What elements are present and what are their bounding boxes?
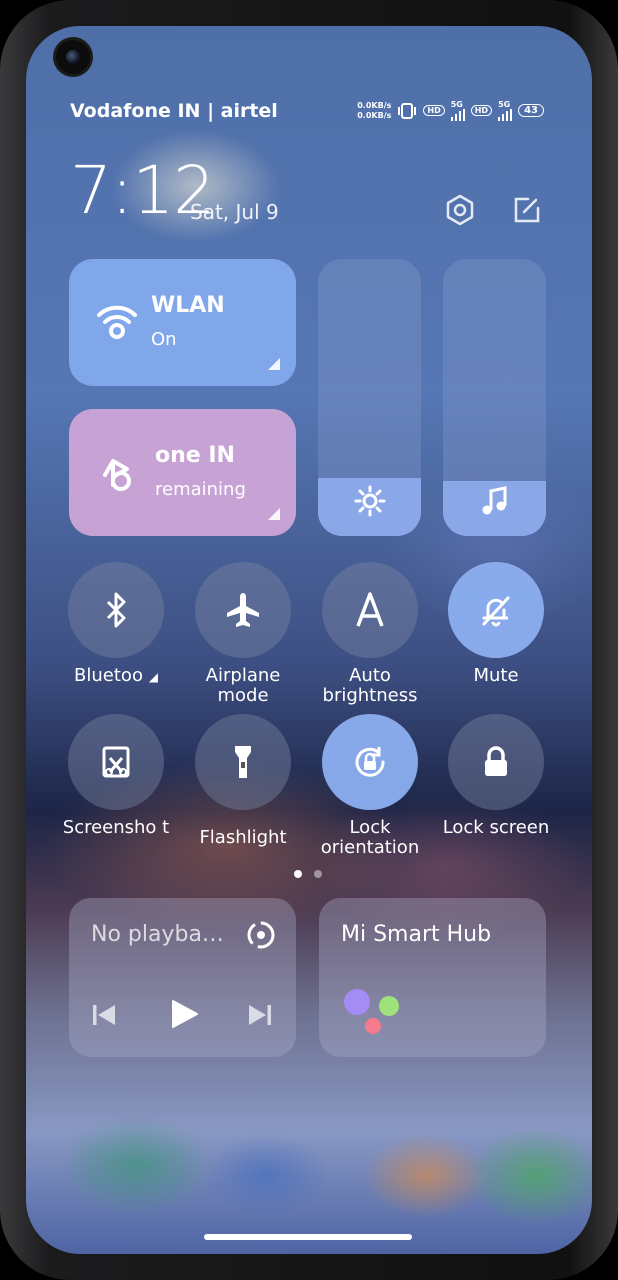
carrier-name: Vodafone IN | airtel	[70, 100, 278, 122]
music-note-icon	[443, 484, 546, 522]
flashlight-button[interactable]	[195, 714, 291, 810]
airplane-icon	[227, 593, 259, 627]
auto-brightness-icon	[356, 592, 384, 627]
toggle-mute[interactable]: Mute	[432, 562, 560, 686]
home-indicator[interactable]	[204, 1234, 412, 1240]
wlan-title: WLAN	[151, 293, 225, 318]
screenshot-button[interactable]	[68, 714, 164, 810]
toggle-airplane[interactable]: Airplane mode	[179, 562, 307, 706]
signal-strength-2: 5G	[498, 100, 513, 121]
settings-icon[interactable]	[440, 190, 480, 230]
page-dot-active[interactable]	[294, 870, 302, 878]
previous-track-icon[interactable]	[91, 1002, 117, 1028]
front-camera	[56, 40, 90, 74]
rotation-lock-icon	[355, 747, 385, 777]
wlan-status: On	[151, 329, 177, 350]
signal-strength-1: 5G	[450, 100, 465, 121]
mobile-data-tile[interactable]: one IN remaining	[69, 409, 296, 536]
lock-icon	[485, 746, 507, 776]
mute-label: Mute	[473, 665, 519, 686]
toggle-bluetooth[interactable]: Bluetoo ◢	[52, 562, 180, 687]
vibrate-icon	[398, 102, 417, 119]
lock-screen-label: Lock screen	[442, 817, 550, 838]
network-speed: 0.0KB/s 0.0KB/s	[357, 100, 392, 120]
airplane-label: Airplane mode	[205, 665, 281, 706]
toggle-lock-screen[interactable]: Lock screen	[432, 714, 560, 838]
toggle-screenshot[interactable]: Screensho t	[52, 714, 180, 838]
mobile-data-status: remaining	[155, 479, 246, 500]
page-dot[interactable]	[314, 870, 322, 878]
edit-icon[interactable]	[506, 190, 546, 230]
sun-icon	[318, 484, 421, 522]
next-track-icon[interactable]	[247, 1002, 273, 1028]
battery-indicator: 43	[518, 104, 544, 117]
lock-screen-button[interactable]	[448, 714, 544, 810]
auto-brightness-label: Auto brightness	[322, 665, 418, 706]
screenshot-label: Screensho t	[62, 817, 170, 838]
bluetooth-button[interactable]	[68, 562, 164, 658]
airplane-button[interactable]	[195, 562, 291, 658]
page-indicator	[294, 870, 322, 878]
mute-button[interactable]	[448, 562, 544, 658]
play-icon[interactable]	[169, 998, 199, 1030]
smart-hub-title: Mi Smart Hub	[341, 922, 492, 947]
toggle-lock-orientation[interactable]: Lock orientation	[306, 714, 434, 858]
brightness-slider[interactable]	[318, 259, 421, 536]
volume-slider[interactable]	[443, 259, 546, 536]
bluetooth-icon	[106, 592, 126, 628]
control-center: Vodafone IN | airtel 0.0KB/s 0.0KB/s HD …	[26, 26, 592, 1254]
phone-frame: Vodafone IN | airtel 0.0KB/s 0.0KB/s HD …	[0, 0, 618, 1280]
wlan-expand-icon[interactable]	[268, 358, 280, 370]
smart-hub-card[interactable]: Mi Smart Hub	[319, 898, 546, 1057]
lock-orientation-button[interactable]	[322, 714, 418, 810]
date: Sat, Jul 9	[190, 200, 279, 224]
cast-icon[interactable]	[244, 918, 278, 952]
bell-off-icon	[482, 596, 510, 627]
flashlight-label: Flashlight	[199, 827, 287, 848]
media-title: No playba…	[91, 922, 224, 947]
lock-orientation-label: Lock orientation	[320, 817, 420, 858]
hd-badge: HD	[423, 105, 445, 116]
media-player-card[interactable]: No playba…	[69, 898, 296, 1057]
toggle-auto-brightness[interactable]: Auto brightness	[306, 562, 434, 706]
wifi-icon	[97, 305, 137, 339]
status-icons: 0.0KB/s 0.0KB/s HD 5G HD 5G 43	[357, 100, 544, 121]
flashlight-icon	[235, 746, 251, 778]
mobile-data-title: one IN	[155, 443, 235, 468]
bluetooth-label: Bluetoo ◢	[74, 665, 158, 686]
smart-hub-logo-icon	[344, 989, 399, 1034]
mobile-data-icon	[103, 459, 131, 491]
auto-brightness-button[interactable]	[322, 562, 418, 658]
screenshot-icon	[102, 746, 130, 778]
toggle-flashlight[interactable]: Flashlight	[179, 714, 307, 848]
hd-badge-2: HD	[470, 105, 493, 116]
mobile-data-expand-icon[interactable]	[268, 508, 280, 520]
wlan-tile[interactable]: WLAN On	[69, 259, 296, 386]
